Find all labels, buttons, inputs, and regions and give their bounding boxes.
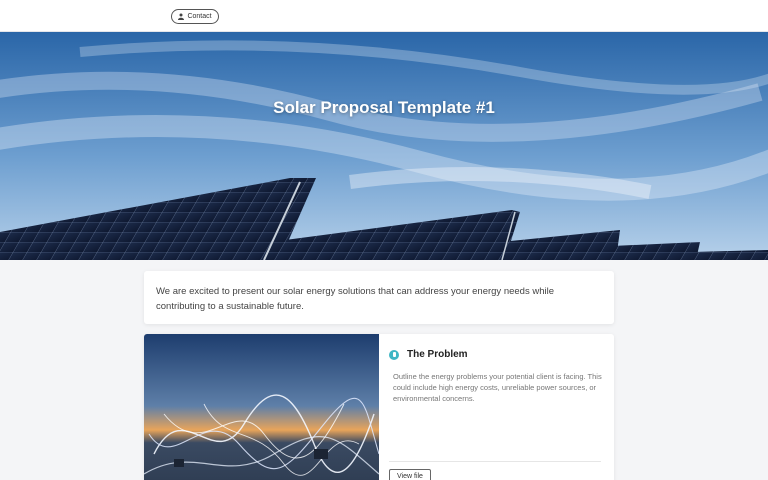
intro-text: We are excited to present our solar ener… bbox=[156, 286, 554, 312]
light-trails-photo bbox=[144, 334, 379, 480]
problem-section-body: The Problem Outline the energy problems … bbox=[389, 334, 604, 480]
document-icon bbox=[389, 349, 399, 360]
divider bbox=[389, 461, 601, 462]
problem-section-text: Outline the energy problems your potenti… bbox=[393, 372, 602, 403]
view-file-button[interactable]: View file bbox=[389, 469, 431, 480]
contact-label: Contact bbox=[187, 13, 212, 20]
top-bar: Contact bbox=[0, 0, 768, 32]
contact-button[interactable]: Contact bbox=[171, 9, 219, 24]
problem-section-card: The Problem Outline the energy problems … bbox=[144, 334, 614, 480]
intro-card: We are excited to present our solar ener… bbox=[144, 271, 614, 324]
problem-section-title: The Problem bbox=[407, 349, 468, 360]
hero-title: Solar Proposal Template #1 bbox=[273, 98, 495, 117]
hero-banner: Solar Proposal Template #1 bbox=[0, 32, 768, 260]
person-icon bbox=[178, 13, 185, 20]
solar-panels-photo bbox=[0, 32, 768, 260]
problem-section-header: The Problem bbox=[389, 349, 468, 360]
